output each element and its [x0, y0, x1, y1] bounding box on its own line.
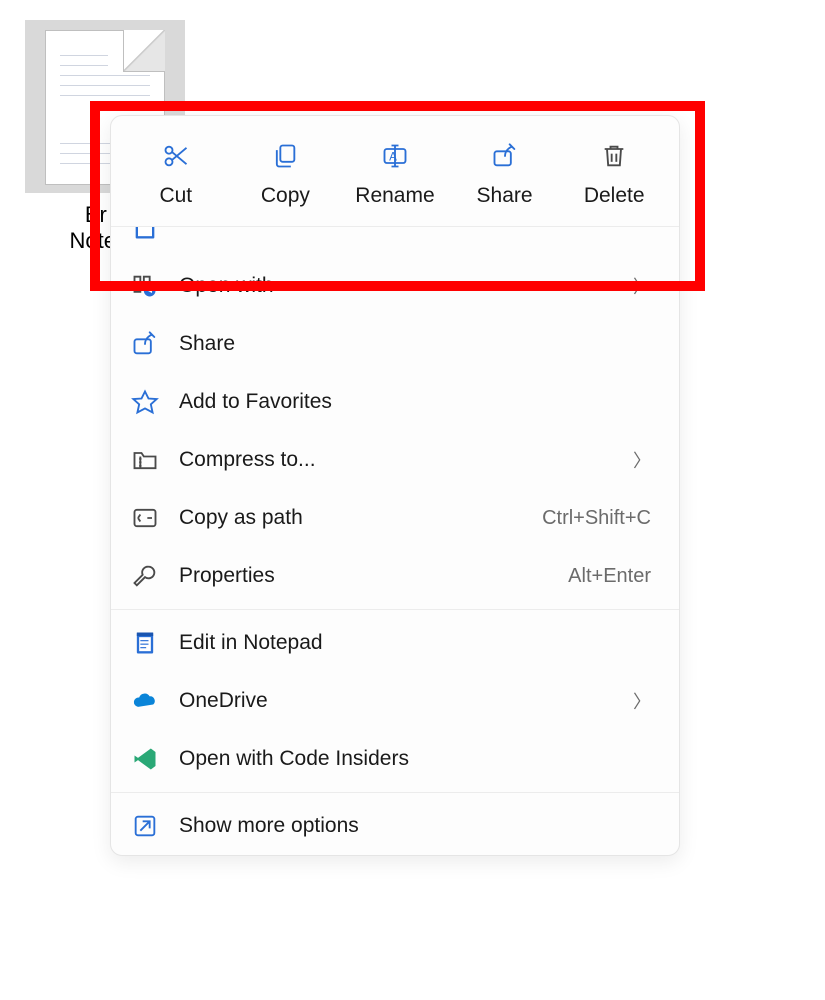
edit-notepad-label: Edit in Notepad	[179, 631, 651, 655]
cut-label: Cut	[159, 184, 192, 208]
copy-label: Copy	[261, 184, 310, 208]
svg-text:A: A	[389, 151, 397, 164]
delete-label: Delete	[584, 184, 645, 208]
menu-item-show-more[interactable]: Show more options	[111, 797, 679, 855]
star-icon	[131, 388, 159, 416]
share-button[interactable]: Share	[455, 142, 555, 208]
copy-path-shortcut: Ctrl+Shift+C	[542, 507, 651, 530]
cut-button[interactable]: Cut	[126, 142, 226, 208]
compress-label: Compress to...	[179, 448, 633, 472]
notepad-icon	[131, 227, 159, 242]
share-arrow-icon	[491, 142, 519, 170]
chevron-right-icon: 〉	[633, 688, 651, 714]
menu-item-favorites[interactable]: Add to Favorites	[111, 373, 679, 431]
wrench-icon	[131, 562, 159, 590]
copy-button[interactable]: Copy	[235, 142, 335, 208]
rename-button[interactable]: A Rename	[345, 142, 445, 208]
menu-item-copy-path[interactable]: Copy as path Ctrl+Shift+C	[111, 489, 679, 547]
share-item-label: Share	[179, 332, 651, 356]
context-menu: Cut Copy A Rename	[110, 115, 680, 856]
copy-path-label: Copy as path	[179, 506, 542, 530]
copy-icon	[271, 142, 299, 170]
delete-button[interactable]: Delete	[564, 142, 664, 208]
trash-icon	[600, 142, 628, 170]
menu-separator	[111, 609, 679, 610]
menu-separator	[111, 792, 679, 793]
share-icon	[131, 330, 159, 358]
scissors-icon	[162, 142, 190, 170]
onedrive-label: OneDrive	[179, 689, 633, 713]
expand-icon	[131, 812, 159, 840]
open-with-label: Open with	[179, 274, 633, 298]
menu-item-open-with[interactable]: Open with 〉	[111, 257, 679, 315]
vscode-insiders-icon	[131, 745, 159, 773]
quick-action-row: Cut Copy A Rename	[111, 116, 679, 227]
menu-item-open[interactable]	[111, 227, 679, 257]
open-with-icon	[131, 272, 159, 300]
menu-item-compress[interactable]: Compress to... 〉	[111, 431, 679, 489]
menu-item-properties[interactable]: Properties Alt+Enter	[111, 547, 679, 605]
menu-item-edit-notepad[interactable]: Edit in Notepad	[111, 614, 679, 672]
properties-label: Properties	[179, 564, 568, 588]
properties-shortcut: Alt+Enter	[568, 565, 651, 588]
favorites-label: Add to Favorites	[179, 390, 651, 414]
menu-item-share[interactable]: Share	[111, 315, 679, 373]
rename-label: Rename	[355, 184, 434, 208]
onedrive-icon	[131, 687, 159, 715]
menu-item-code-insiders[interactable]: Open with Code Insiders	[111, 730, 679, 788]
share-label: Share	[477, 184, 533, 208]
menu-item-onedrive[interactable]: OneDrive 〉	[111, 672, 679, 730]
chevron-right-icon: 〉	[633, 447, 651, 473]
show-more-label: Show more options	[179, 814, 651, 838]
chevron-right-icon: 〉	[633, 273, 651, 299]
code-insiders-label: Open with Code Insiders	[179, 747, 651, 771]
notepad-app-icon	[131, 629, 159, 657]
zip-folder-icon	[131, 446, 159, 474]
copy-path-icon	[131, 504, 159, 532]
rename-icon: A	[381, 142, 409, 170]
